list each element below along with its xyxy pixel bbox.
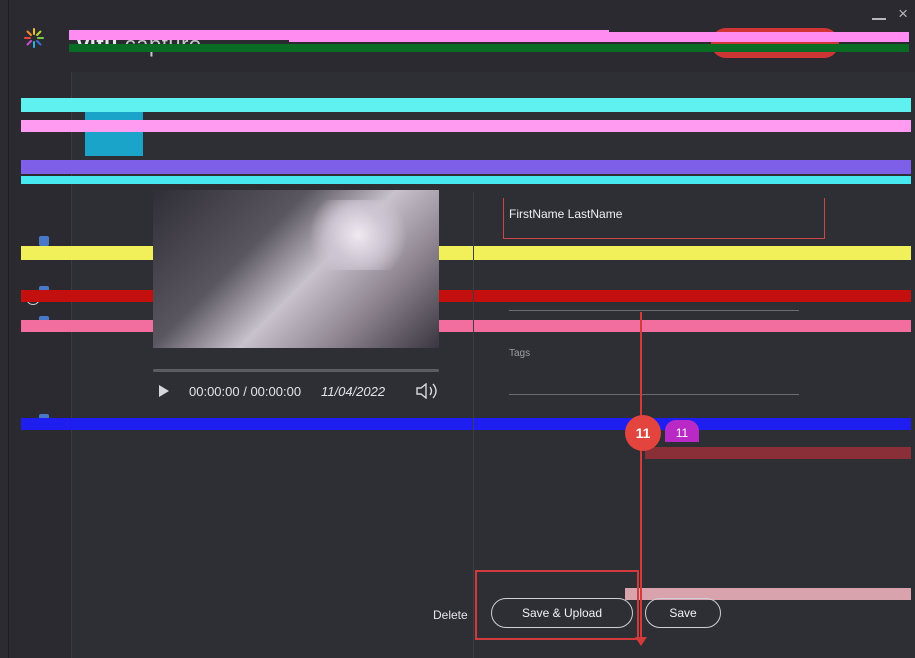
save-button[interactable]: Save: [645, 598, 721, 628]
playback-progress[interactable]: [153, 369, 439, 372]
player-controls: 00:00:00 / 00:00:00 11/04/2022: [153, 380, 453, 402]
render-artifact: [21, 418, 911, 430]
play-icon[interactable]: [159, 385, 169, 397]
render-artifact: [21, 98, 911, 112]
save-and-upload-button[interactable]: Save & Upload: [491, 598, 633, 628]
render-artifact: [645, 447, 911, 459]
tags-label: Tags: [509, 348, 531, 359]
recording-date: 11/04/2022: [321, 384, 386, 399]
name-field[interactable]: FirstName LastName: [509, 207, 622, 221]
delete-button[interactable]: Delete: [433, 608, 468, 622]
app-window: vitu capture × 00:00:00 / 00:00:00: [8, 0, 915, 658]
annotation-arrow: [640, 312, 642, 642]
close-icon[interactable]: ×: [898, 5, 908, 22]
panel-divider: [473, 192, 474, 658]
count-badge-red: 11: [625, 415, 661, 451]
rail-item-icon[interactable]: [39, 236, 49, 246]
volume-icon[interactable]: [415, 383, 443, 399]
field-underline: [509, 310, 799, 311]
render-artifact: [21, 120, 911, 132]
render-artifact: [289, 32, 909, 42]
title-bar: vitu capture ×: [9, 0, 915, 72]
render-artifact: [21, 176, 911, 184]
logo-icon: [24, 28, 44, 48]
count-badge-purple: 11: [665, 420, 699, 442]
video-preview[interactable]: [153, 190, 439, 348]
render-artifact: [21, 160, 911, 174]
render-artifact: [69, 44, 909, 52]
tags-input[interactable]: [509, 394, 799, 395]
playback-time: 00:00:00 / 00:00:00: [189, 384, 302, 399]
minimize-icon[interactable]: [872, 18, 886, 20]
